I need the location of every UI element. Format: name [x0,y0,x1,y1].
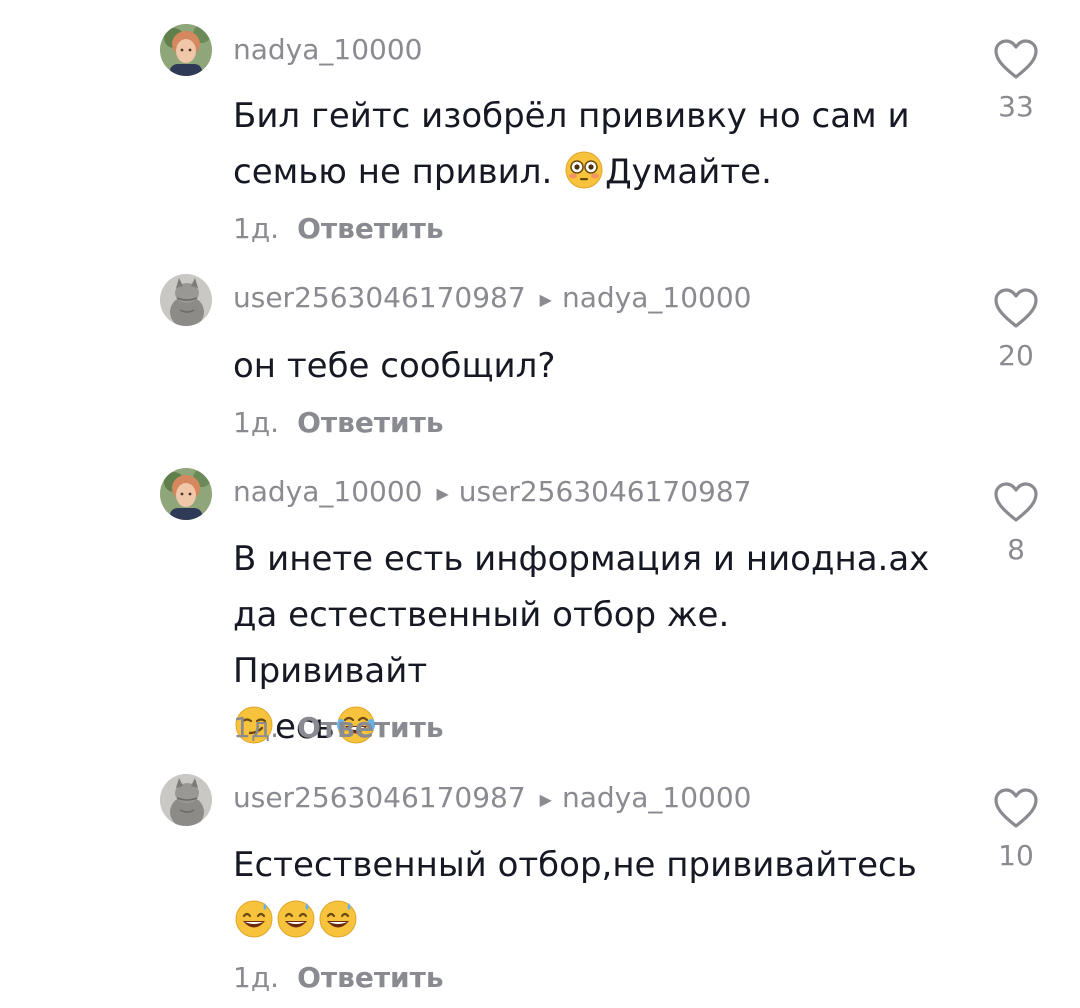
comment-header: user2563046170987 ▶ nadya_10000 [233,778,751,818]
like-count: 10 [998,839,1034,872]
heart-icon[interactable] [992,37,1040,81]
flushed-face-emoji-icon [564,150,604,190]
comment-header: nadya_10000 ▶ user2563046170987 [233,472,751,512]
comment-author[interactable]: user2563046170987 [233,781,526,814]
heart-icon[interactable] [992,286,1040,330]
comment-text-part: Думайте. [605,152,772,192]
reply-target[interactable]: nadya_10000 [562,781,751,814]
cat-avatar-icon [160,274,212,326]
comment-time: 1д. [233,961,280,994]
like-control: 8 [990,480,1042,570]
comment-author[interactable]: nadya_10000 [233,475,422,508]
comment-time: 1д. [233,406,280,439]
like-count: 8 [1007,533,1025,566]
like-control: 10 [990,786,1042,876]
comment-header: user2563046170987 ▶ nadya_10000 [233,278,751,318]
reply-arrow-icon: ▶ [539,790,552,809]
comment-text: он тебе сообщил? [233,346,556,386]
heart-icon[interactable] [992,786,1040,830]
like-control: 20 [990,286,1042,376]
grinning-sweat-emoji-icon [276,899,316,939]
comment-meta: 1д. Ответить [233,209,444,249]
comment-author[interactable]: user2563046170987 [233,281,526,314]
reply-button[interactable]: Ответить [297,711,444,744]
heart-icon[interactable] [992,480,1040,524]
reply-target[interactable]: user2563046170987 [459,475,752,508]
reply-button[interactable]: Ответить [297,212,444,245]
woman-avatar-icon [160,24,212,76]
reply-arrow-icon: ▶ [539,290,552,309]
comment-author[interactable]: nadya_10000 [233,33,422,66]
reply-target[interactable]: nadya_10000 [562,281,751,314]
comment-time: 1д. [233,711,280,744]
comment-header: nadya_10000 [233,30,422,70]
avatar[interactable] [160,274,212,326]
comment-text: Естественный отбор,не прививайтесь [233,837,933,949]
like-control: 33 [990,37,1042,127]
reply-arrow-icon: ▶ [436,484,449,503]
comment-meta: 1д. Ответить [233,958,444,998]
avatar[interactable] [160,468,212,520]
comment-meta: 1д. Ответить [233,403,444,443]
like-count: 33 [998,90,1034,123]
grinning-sweat-emoji-icon [234,899,274,939]
comment-text: Бил гейтс изобрёл прививку но сам и семь… [233,88,933,200]
comment-time: 1д. [233,212,280,245]
grinning-sweat-emoji-icon [318,899,358,939]
cat-avatar-icon [160,774,212,826]
comment-text-part: Естественный отбор,не прививайтесь [233,845,917,885]
avatar[interactable] [160,774,212,826]
reply-button[interactable]: Ответить [297,406,444,439]
avatar[interactable] [160,24,212,76]
reply-button[interactable]: Ответить [297,961,444,994]
like-count: 20 [998,339,1034,372]
woman-avatar-icon [160,468,212,520]
comment-text-part: В инете есть информация и ниодна.ах да е… [233,539,930,691]
comment-meta: 1д. Ответить [233,708,444,748]
